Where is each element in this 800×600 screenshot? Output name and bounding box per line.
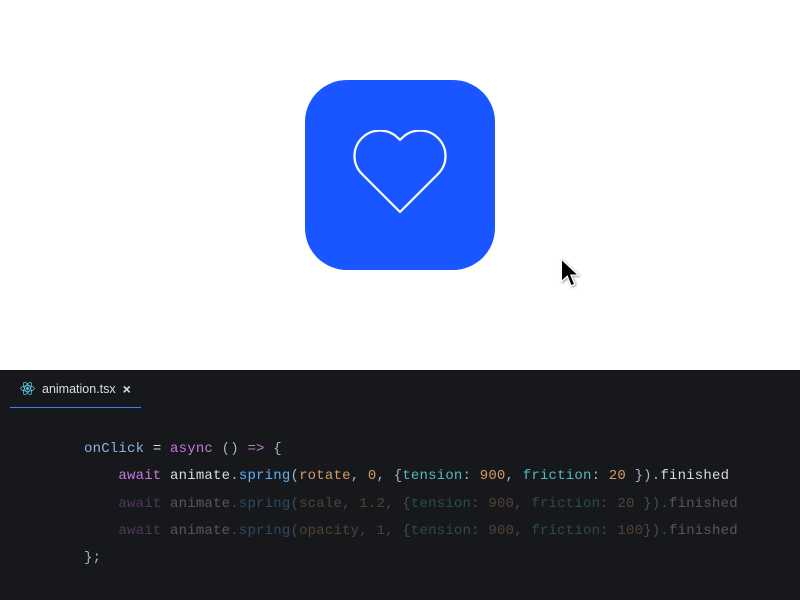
tab-animation[interactable]: animation.tsx × <box>10 370 141 408</box>
close-icon[interactable]: × <box>123 381 131 397</box>
cursor-pointer-icon <box>560 258 582 288</box>
code-line-3: await animate.spring(scale, 1.2, {tensio… <box>84 491 800 518</box>
react-icon <box>20 381 35 396</box>
tab-bar: animation.tsx × <box>0 370 800 408</box>
code-line-1: onClick = async () => { <box>84 436 800 463</box>
code-line-4: await animate.spring(opacity, 1, {tensio… <box>84 518 800 545</box>
tab-label: animation.tsx <box>42 382 116 396</box>
code-block[interactable]: onClick = async () => { await animate.sp… <box>0 408 800 572</box>
code-editor: animation.tsx × onClick = async () => { … <box>0 370 800 600</box>
code-line-5: }; <box>84 545 800 572</box>
preview-area <box>0 0 800 370</box>
heart-button[interactable] <box>305 80 495 270</box>
heart-icon <box>350 130 450 220</box>
code-line-2: await animate.spring(rotate, 0, {tension… <box>84 463 800 490</box>
